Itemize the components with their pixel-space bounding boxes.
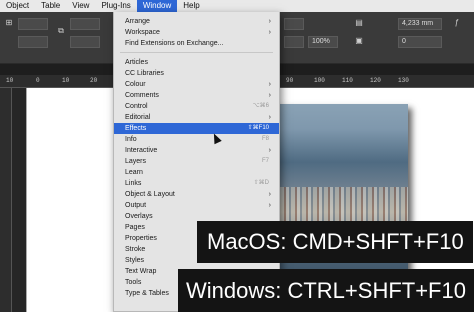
reference-point-icon[interactable]: ⊞ <box>4 18 14 28</box>
submenu-arrow-icon: › <box>268 29 271 36</box>
menu-view[interactable]: View <box>66 0 95 12</box>
shortcut-label: F8 <box>261 136 269 142</box>
menu-table[interactable]: Table <box>35 0 66 12</box>
menu-item-control[interactable]: Control ⌥⌘6 <box>114 101 279 112</box>
menu-item-interactive[interactable]: Interactive › <box>114 145 279 156</box>
menu-item-label: Editorial <box>125 114 151 121</box>
submenu-arrow-icon: › <box>268 81 271 88</box>
ruler-label: 120 <box>370 77 381 84</box>
menu-separator <box>120 52 273 53</box>
shortcut-label: ⇧⌘D <box>253 180 269 186</box>
ruler-label: 90 <box>286 77 294 84</box>
submenu-arrow-icon: › <box>268 92 271 99</box>
menu-item-label: Pages <box>125 224 145 231</box>
menu-item-label: Find Extensions on Exchange... <box>125 40 224 47</box>
menu-object[interactable]: Object <box>0 0 35 12</box>
h-field[interactable] <box>70 36 100 48</box>
menu-item-find-extensions[interactable]: Find Extensions on Exchange... <box>114 38 279 49</box>
menu-item-label: Articles <box>125 59 148 66</box>
vertical-ruler <box>0 88 12 312</box>
menu-item-label: Interactive <box>125 147 158 154</box>
menu-item-label: Output <box>125 202 147 209</box>
x-field[interactable] <box>18 18 48 30</box>
menu-item-label: Type & Tables <box>125 290 169 297</box>
caption-windows: Windows: CTRL+SHFT+F10 <box>178 269 474 312</box>
submenu-arrow-icon: › <box>268 147 271 154</box>
menu-item-label: Object & Layout <box>125 191 175 198</box>
menu-help[interactable]: Help <box>177 0 205 12</box>
menu-item-label: Info <box>125 136 137 143</box>
menu-item-cc-libraries[interactable]: CC Libraries <box>114 68 279 79</box>
menu-item-label: Workspace <box>125 29 160 36</box>
ruler-label: 130 <box>398 77 409 84</box>
menu-item-learn[interactable]: Learn <box>114 167 279 178</box>
page-edge <box>26 88 27 312</box>
menu-item-label: Links <box>125 180 142 187</box>
menu-item-label: Styles <box>125 257 145 264</box>
menu-item-object-layout[interactable]: Object & Layout › <box>114 189 279 200</box>
menu-item-editorial[interactable]: Editorial › <box>114 112 279 123</box>
fit-icon[interactable]: ▣ <box>354 36 364 46</box>
fx-icon[interactable]: ƒ <box>452 18 462 28</box>
menu-item-label: Overlays <box>125 213 153 220</box>
menu-item-workspace[interactable]: Workspace › <box>114 27 279 38</box>
ruler-label: 110 <box>342 77 353 84</box>
menu-item-arrange[interactable]: Arrange › <box>114 16 279 27</box>
menu-item-comments[interactable]: Comments › <box>114 90 279 101</box>
submenu-arrow-icon: › <box>268 18 271 25</box>
link-icon[interactable]: ⧉ <box>56 26 66 36</box>
shortcut-label: ⌥⌘6 <box>252 103 269 109</box>
ruler-label: 10 <box>62 77 70 84</box>
menu-plug-ins[interactable]: Plug-Ins <box>95 0 136 12</box>
menu-item-label: Tools <box>125 279 142 286</box>
submenu-arrow-icon: › <box>268 114 271 121</box>
menu-window[interactable]: Window <box>136 0 178 12</box>
menu-item-label: Colour <box>125 81 146 88</box>
window-menu: Arrange › Workspace › Find Extensions on E… <box>113 12 280 312</box>
ruler-label: 0 <box>36 77 40 84</box>
width-mm-field[interactable]: 4,233 mm <box>398 18 442 30</box>
menu-item-label: Learn <box>125 169 143 176</box>
shortcut-label: ⇧⌘F10 <box>247 125 269 131</box>
opacity-field[interactable] <box>284 36 304 48</box>
menu-item-articles[interactable]: Articles <box>114 57 279 68</box>
menu-item-label: CC Libraries <box>125 70 164 77</box>
menu-item-label: Layers <box>125 158 147 165</box>
stroke-field[interactable] <box>284 18 304 30</box>
ruler-label: 20 <box>90 77 98 84</box>
menu-item-label: Properties <box>125 235 157 242</box>
menu-item-label: Comments <box>125 92 159 99</box>
menu-item-label: Text Wrap <box>125 268 157 275</box>
submenu-arrow-icon: › <box>268 202 271 209</box>
submenu-arrow-icon: › <box>268 191 271 198</box>
menu-item-effects[interactable]: Effects ⇧⌘F10 <box>114 123 279 134</box>
zoom-field[interactable]: 100% <box>308 36 338 48</box>
menu-item-label: Effects <box>125 125 147 132</box>
menu-item-label: Control <box>125 103 148 110</box>
menu-item-links[interactable]: Links ⇧⌘D <box>114 178 279 189</box>
menu-item-label: Arrange <box>125 18 150 25</box>
menu-item-colour[interactable]: Colour › <box>114 79 279 90</box>
shortcut-label: F7 <box>261 158 269 164</box>
menubar: Object Table View Plug-Ins Window Help <box>0 0 474 12</box>
right-field[interactable]: 0 <box>398 36 442 48</box>
caption-macos: MacOS: CMD+SHFT+F10 <box>197 221 473 263</box>
ruler-label: 10 <box>6 77 14 84</box>
w-field[interactable] <box>70 18 100 30</box>
y-field[interactable] <box>18 36 48 48</box>
menu-item-info[interactable]: Info F8 <box>114 134 279 145</box>
align-icon[interactable]: ▤ <box>354 18 364 28</box>
menu-item-output[interactable]: Output › <box>114 200 279 211</box>
ruler-label: 100 <box>314 77 325 84</box>
menu-item-layers[interactable]: Layers F7 <box>114 156 279 167</box>
menu-item-label: Stroke <box>125 246 146 253</box>
